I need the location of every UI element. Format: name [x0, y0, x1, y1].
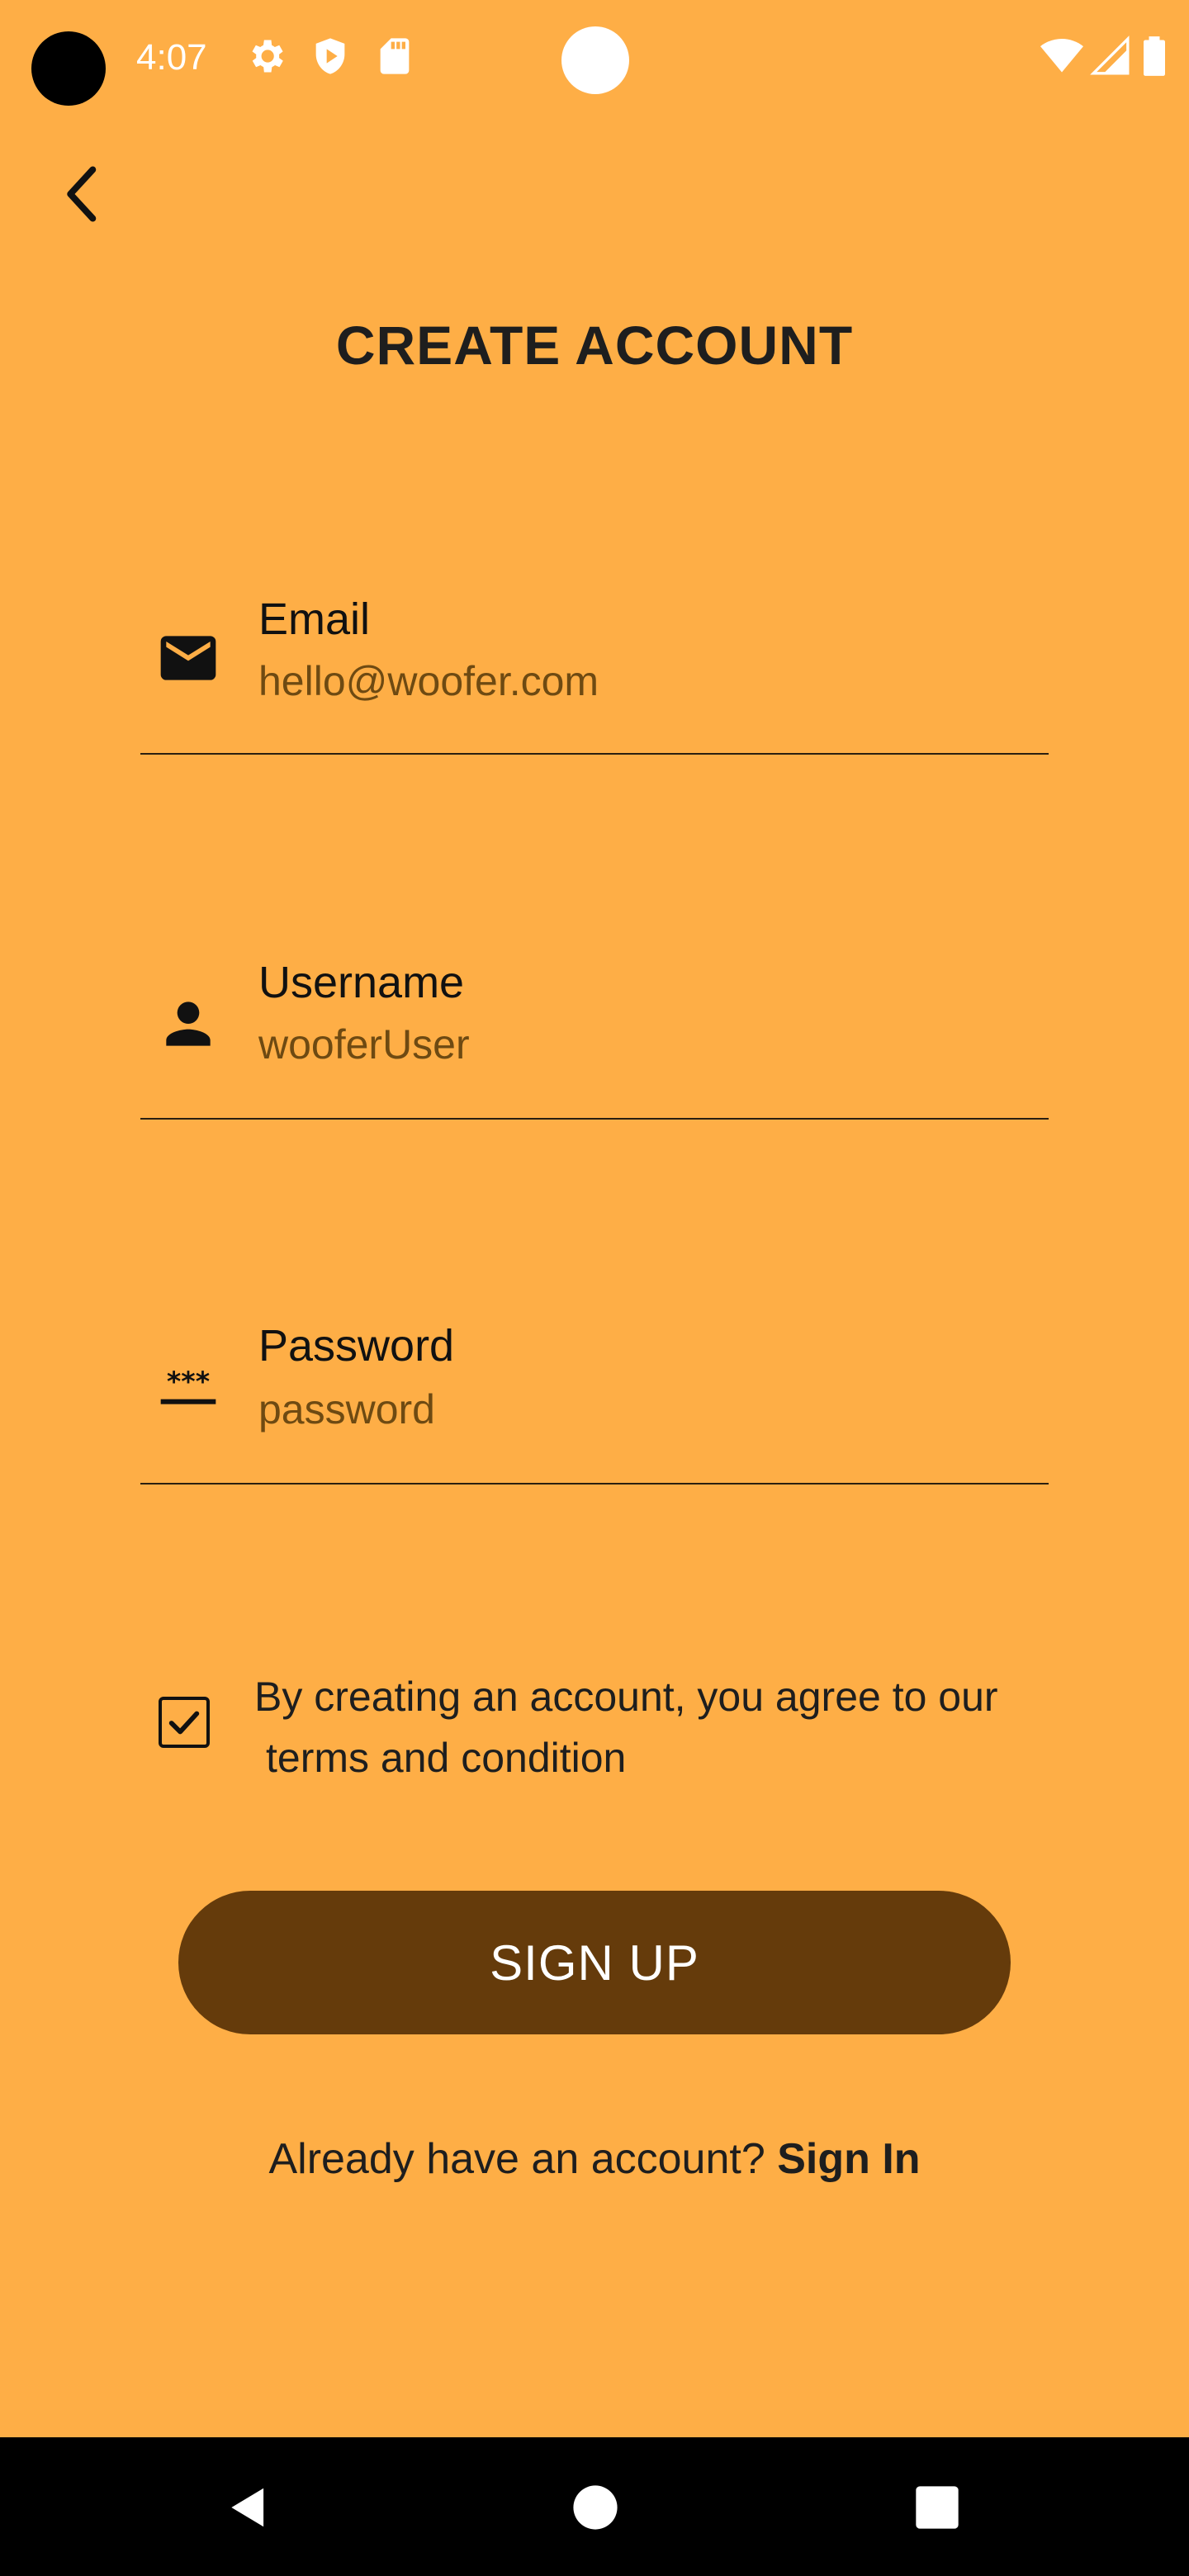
- password-input[interactable]: [258, 1384, 1002, 1435]
- svg-text:***: ***: [167, 1366, 210, 1398]
- password-label: Password: [258, 1321, 455, 1371]
- terms-checkbox[interactable]: [159, 1697, 210, 1748]
- settings-icon: [252, 40, 283, 73]
- status-time: 4:07: [136, 37, 207, 78]
- signup-button[interactable]: SIGN UP: [178, 1891, 1011, 2034]
- camera-dot: [561, 26, 629, 94]
- email-icon: [160, 636, 216, 680]
- person-icon: [166, 1002, 211, 1046]
- email-input[interactable]: [258, 656, 1002, 707]
- signin-row: Already have an account? Sign In: [0, 2134, 1189, 2184]
- username-underline: [140, 1118, 1049, 1120]
- nav-back-icon: [231, 2488, 264, 2527]
- terms-text-line2[interactable]: terms and condition: [254, 1727, 1088, 1788]
- email-label: Email: [258, 594, 371, 644]
- back-arrow-icon: [67, 166, 97, 222]
- back-button[interactable]: [50, 157, 116, 231]
- nav-back-button[interactable]: [211, 2470, 286, 2545]
- signin-prompt: Already have an account?: [268, 2135, 765, 2183]
- email-field[interactable]: Email: [140, 578, 1049, 760]
- battery-icon: [1144, 36, 1165, 76]
- password-icon: ***: [160, 1366, 216, 1404]
- terms-text: By creating an account, you agree to our…: [254, 1666, 1088, 1788]
- nav-home-button[interactable]: [558, 2470, 632, 2545]
- page-title: CREATE ACCOUNT: [335, 315, 854, 376]
- signin-link[interactable]: Sign In: [777, 2135, 920, 2183]
- username-field[interactable]: Username: [140, 941, 1049, 1123]
- terms-text-line1: By creating an account, you agree to our: [254, 1674, 998, 1720]
- password-underline: [140, 1483, 1049, 1485]
- navigation-bar: [0, 2437, 1189, 2576]
- username-input[interactable]: [258, 1019, 1002, 1070]
- password-field[interactable]: *** Password: [140, 1306, 1049, 1488]
- wifi-icon: [1040, 38, 1083, 73]
- nav-recents-button[interactable]: [900, 2470, 974, 2545]
- camera-cutout: [31, 31, 106, 106]
- email-underline: [140, 753, 1049, 755]
- nav-home-icon: [573, 2485, 618, 2530]
- sd-card-icon: [380, 38, 410, 74]
- shield-play-icon: [315, 38, 345, 74]
- checkmark-icon: [168, 1711, 200, 1735]
- signup-button-label: SIGN UP: [490, 1934, 699, 1991]
- username-label: Username: [258, 958, 465, 1007]
- signal-icon: [1090, 36, 1130, 75]
- nav-recents-icon: [916, 2486, 959, 2529]
